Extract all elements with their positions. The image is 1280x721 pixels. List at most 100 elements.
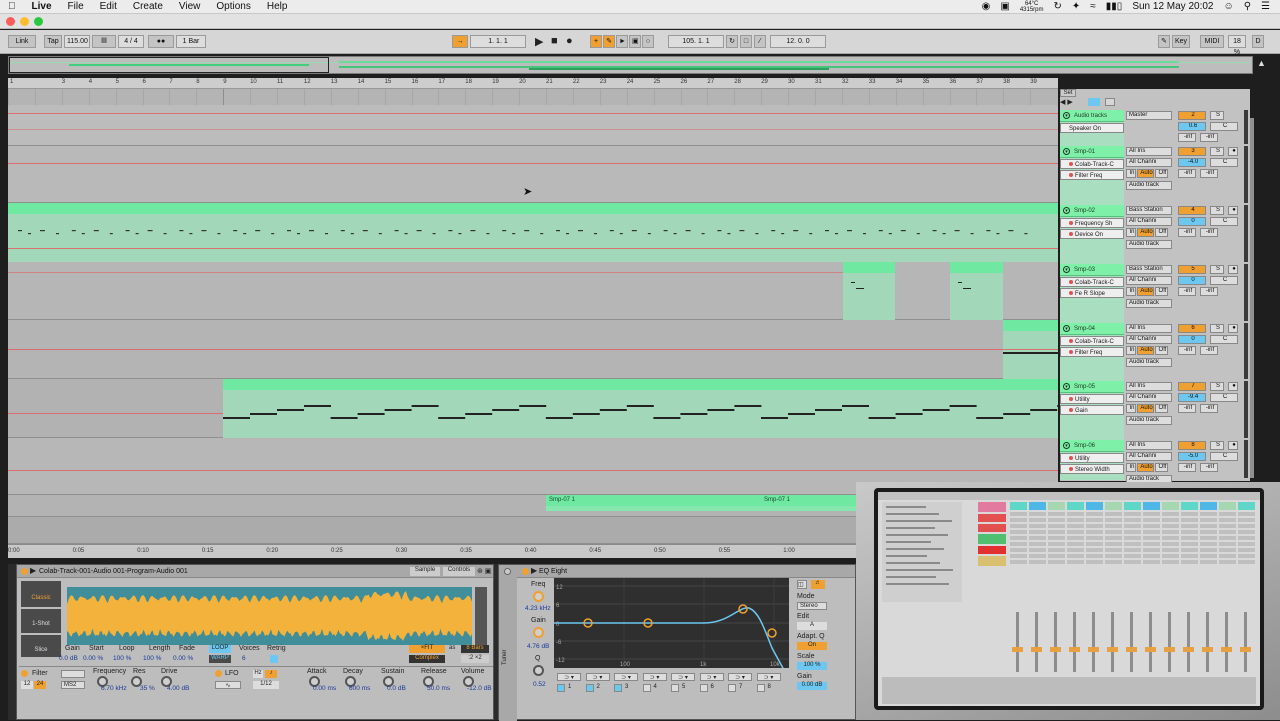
volume-field[interactable]: -4.0 [1178, 158, 1206, 167]
track-smp-06[interactable]: Smp-06 ▾ Utility Stereo Width All Ins All Cha… [1060, 440, 1250, 484]
fold-icon[interactable]: ▾ [1063, 112, 1070, 119]
parameter-chooser[interactable]: Stereo Width [1060, 464, 1124, 474]
warp-mode-menu[interactable]: Complex [409, 655, 445, 663]
clip-smp-07[interactable]: Smp-07 1 [761, 495, 858, 511]
menu-help[interactable]: Help [259, 1, 296, 12]
monitor-auto-button[interactable]: Auto [1137, 404, 1154, 413]
monitor-auto-button[interactable]: Auto [1137, 169, 1154, 178]
zoom-window-icon[interactable] [34, 17, 43, 26]
arm-record-icon[interactable]: ● [1228, 382, 1238, 391]
track-activator[interactable]: 7 [1178, 382, 1206, 391]
track-smp-05[interactable]: Smp-05 ▾ Utility Gain All Ins All Channi In Aut… [1060, 381, 1250, 440]
scale-value[interactable]: 100 % [797, 662, 827, 670]
output-menu[interactable]: Audio track [1126, 358, 1172, 367]
monitor-auto-button[interactable]: Auto [1137, 346, 1154, 355]
temperature-widget[interactable]: 64°C 4315rpm [1020, 1, 1044, 13]
set-button[interactable]: Set [1060, 89, 1076, 97]
monitor-in-button[interactable]: In [1126, 463, 1136, 472]
clip-header[interactable] [8, 203, 223, 214]
clip-title[interactable]: Smp-07 1 [546, 495, 761, 506]
solo-button[interactable]: S [1210, 206, 1224, 215]
lfo-waveform-menu[interactable]: ∿ [215, 681, 241, 689]
record-icon[interactable]: ● [566, 35, 573, 47]
band-activator[interactable] [756, 684, 765, 692]
monitor-in-button[interactable]: In [1126, 404, 1136, 413]
eq-eight-title[interactable]: EQ Eight [517, 565, 855, 578]
user-icon[interactable]: ☺ [1223, 1, 1233, 12]
monitor-off-button[interactable]: Off [1155, 228, 1168, 237]
track-audio-tracks[interactable]: Audio tracks ▾ Speaker On Master 2 S 0.6 C -inf -… [1060, 110, 1250, 146]
menu-edit[interactable]: Edit [92, 1, 125, 12]
monitor-in-button[interactable]: In [1126, 228, 1136, 237]
device-expand-icon[interactable]: ▶ [30, 566, 36, 575]
battery-icon[interactable]: ▮▮▯ [1106, 1, 1123, 12]
arrangement-overview[interactable] [8, 56, 1253, 74]
track-smp-01[interactable]: Smp-01 ▾ Colab-Track-C Filter Freq All Ins Al… [1060, 146, 1250, 205]
monitor-in-button[interactable]: In [1126, 287, 1136, 296]
warp-toggle[interactable]: WARP [209, 655, 231, 663]
menu-create[interactable]: Create [125, 1, 171, 12]
lfo-hz-button[interactable]: Hz [253, 670, 263, 678]
capture-button[interactable]: ▣ [629, 35, 641, 48]
eq-audition-icon[interactable]: ♬ [811, 580, 825, 589]
track-smp-02[interactable]: Smp-02 ▾ Frequency Sh Device On Bass Station… [1060, 205, 1250, 264]
key-map-button[interactable]: Key [1172, 35, 1190, 48]
punch-out-icon[interactable]: ⁄ [754, 35, 766, 48]
volume-field[interactable]: 0.6 [1178, 122, 1206, 131]
clip-header[interactable] [843, 262, 895, 273]
band-activator[interactable] [699, 684, 708, 692]
mode-menu[interactable]: Stereo [797, 602, 827, 610]
minimize-window-icon[interactable] [20, 17, 29, 26]
link-button[interactable]: Link [8, 35, 36, 48]
bars-value[interactable]: 8 Bars [461, 645, 489, 653]
tab-controls[interactable]: Controls [443, 567, 475, 576]
device-power-icon[interactable] [21, 568, 28, 575]
monitor-off-button[interactable]: Off [1155, 346, 1168, 355]
output-gain-value[interactable]: 0.00 dB [797, 682, 827, 690]
slice-mode-button[interactable]: Slice [21, 635, 61, 657]
eq-expand-icon[interactable]: ◫ [797, 580, 807, 589]
pan-field[interactable]: C [1210, 217, 1238, 226]
pan-field[interactable]: C [1210, 158, 1238, 167]
device-chooser[interactable]: Utility [1060, 394, 1124, 404]
track-activator[interactable]: 2 [1178, 111, 1206, 120]
clip-title[interactable]: Smp-07 1 [761, 495, 858, 506]
input-type-menu[interactable]: All Ins [1126, 324, 1172, 333]
fold-icon[interactable]: ▾ [1063, 266, 1070, 273]
band-filter-type-menu[interactable]: ⊃ ▾ [585, 673, 610, 681]
band-activator[interactable] [557, 684, 565, 692]
bluetooth-icon[interactable]: ✦ [1072, 1, 1080, 12]
band-filter-type-menu[interactable]: ⊃ ▾ [699, 673, 724, 681]
arm-record-icon[interactable]: ● [1228, 324, 1238, 333]
screen-icon[interactable]: ▣ [1000, 1, 1009, 12]
volume-field[interactable]: 0 [1178, 335, 1206, 344]
eq-q-knob[interactable] [533, 665, 544, 676]
filter-slope-12[interactable]: 12 [21, 681, 33, 689]
lane-audio-tracks[interactable] [8, 105, 1058, 146]
lane-smp-03[interactable] [8, 262, 1058, 320]
metronome-button[interactable]: ●● [148, 35, 174, 48]
session-toggle-icon[interactable] [1105, 98, 1115, 106]
device-power-icon[interactable] [522, 568, 529, 575]
filter-slope-24[interactable]: 24 [34, 681, 46, 689]
clip-header[interactable] [223, 379, 1058, 390]
output-menu[interactable]: Audio track [1126, 240, 1172, 249]
re-enable-automation-button[interactable]: ► [616, 35, 628, 48]
volume-field[interactable]: -9.4 [1178, 393, 1206, 402]
clip-header[interactable] [223, 203, 761, 214]
midi-map-button[interactable]: MIDI [1200, 35, 1224, 48]
fold-icon[interactable]: ▾ [1063, 325, 1070, 332]
session-record-button[interactable]: ○ [642, 35, 654, 48]
filter-power-icon[interactable] [21, 670, 28, 677]
solo-button[interactable]: S [1210, 382, 1224, 391]
quantize-menu[interactable]: 1 Bar [176, 35, 206, 48]
tempo-halve-double[interactable]: :2 ×2 [461, 655, 489, 663]
edit-a-button[interactable]: A [797, 622, 827, 630]
input-type-menu[interactable]: Bass Station [1126, 265, 1172, 274]
track-fold-icons[interactable]: ◀ ▶ [1060, 98, 1073, 106]
solo-button[interactable]: S [1210, 111, 1224, 120]
filter-circuit-menu[interactable]: MS2 [61, 681, 85, 689]
loop-toggle[interactable]: LOOP [209, 645, 231, 653]
loop-switch-icon[interactable]: ↻ [726, 35, 738, 48]
track-activator[interactable]: 3 [1178, 147, 1206, 156]
